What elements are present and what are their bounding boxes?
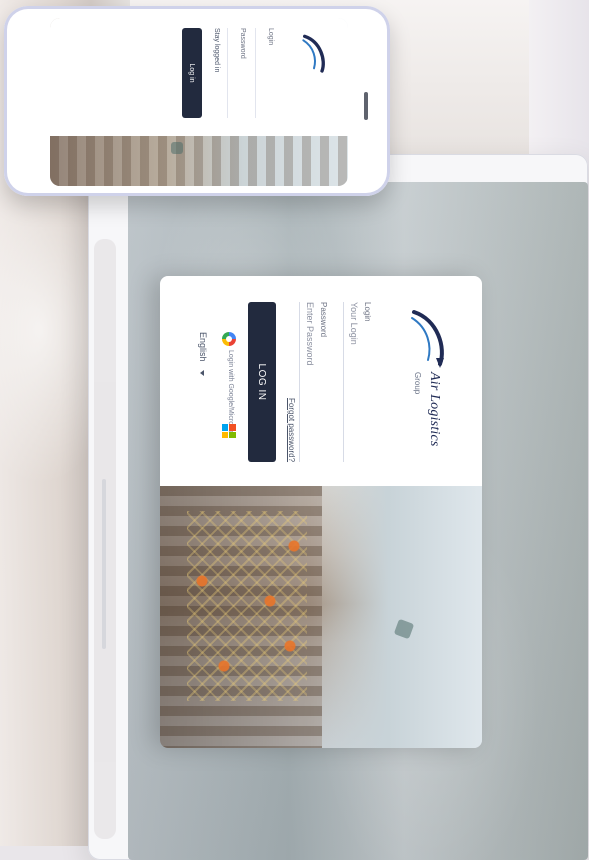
phone-login-panel: Login Password Stay logged in Log in xyxy=(50,18,348,136)
forgot-password-link[interactable]: Forgot password? xyxy=(287,398,296,462)
brand-suffix: Group xyxy=(413,372,422,395)
password-input[interactable] xyxy=(302,302,318,462)
phone: Login Password Stay logged in Log in xyxy=(4,6,390,196)
google-icon[interactable] xyxy=(222,332,236,346)
brand-name: Air Logistics xyxy=(427,372,442,447)
login-window-wrapper: Air Logistics Group Login Password Forgo… xyxy=(160,276,482,748)
laptop: Air Logistics Group Login Password Forgo… xyxy=(88,154,589,860)
login-panel: Air Logistics Group Login Password Forgo… xyxy=(160,276,482,486)
phone-speaker xyxy=(364,92,368,120)
login-window: Air Logistics Group Login Password Forgo… xyxy=(160,276,482,748)
phone-brand-logo xyxy=(294,28,334,78)
phone-login-wrapper: Login Password Stay logged in Log in xyxy=(50,18,348,186)
password-label: Password xyxy=(319,302,328,338)
phone-brand-logo-icon xyxy=(302,34,325,73)
phone-password-label: Password xyxy=(239,28,246,59)
brand-header: Air Logistics Group xyxy=(388,302,458,472)
language-value: English xyxy=(198,332,208,362)
login-button[interactable]: LOG IN xyxy=(248,302,276,462)
stay-logged-in-checkbox[interactable]: Stay logged in xyxy=(213,28,220,72)
phone-login-label: Login xyxy=(267,28,274,46)
password-field[interactable]: Password xyxy=(299,302,334,462)
login-input[interactable] xyxy=(346,302,362,462)
phone-screen: Login Password Stay logged in Log in xyxy=(50,18,348,186)
phone-hero-photo xyxy=(50,136,348,186)
laptop-screen: Air Logistics Group Login Password Forgo… xyxy=(128,182,588,860)
laptop-left-rail xyxy=(94,239,116,839)
phone-login-field[interactable]: Login xyxy=(255,28,278,118)
microsoft-icon[interactable] xyxy=(222,424,236,438)
login-label: Login xyxy=(363,302,372,322)
language-select[interactable]: English xyxy=(198,332,208,377)
sso-row: Login with Google/Microsoft xyxy=(216,332,238,452)
photo-sky xyxy=(312,486,482,748)
phone-login-window: Login Password Stay logged in Log in xyxy=(50,18,348,186)
login-field[interactable]: Login xyxy=(343,302,378,462)
phone-login-button[interactable]: Log in xyxy=(182,28,202,118)
hero-photo xyxy=(160,486,482,748)
phone-password-field[interactable]: Password xyxy=(227,28,250,118)
photo-orange-tags xyxy=(172,526,312,696)
brand-logo-icon xyxy=(411,310,444,368)
chevron-down-icon xyxy=(200,370,205,377)
